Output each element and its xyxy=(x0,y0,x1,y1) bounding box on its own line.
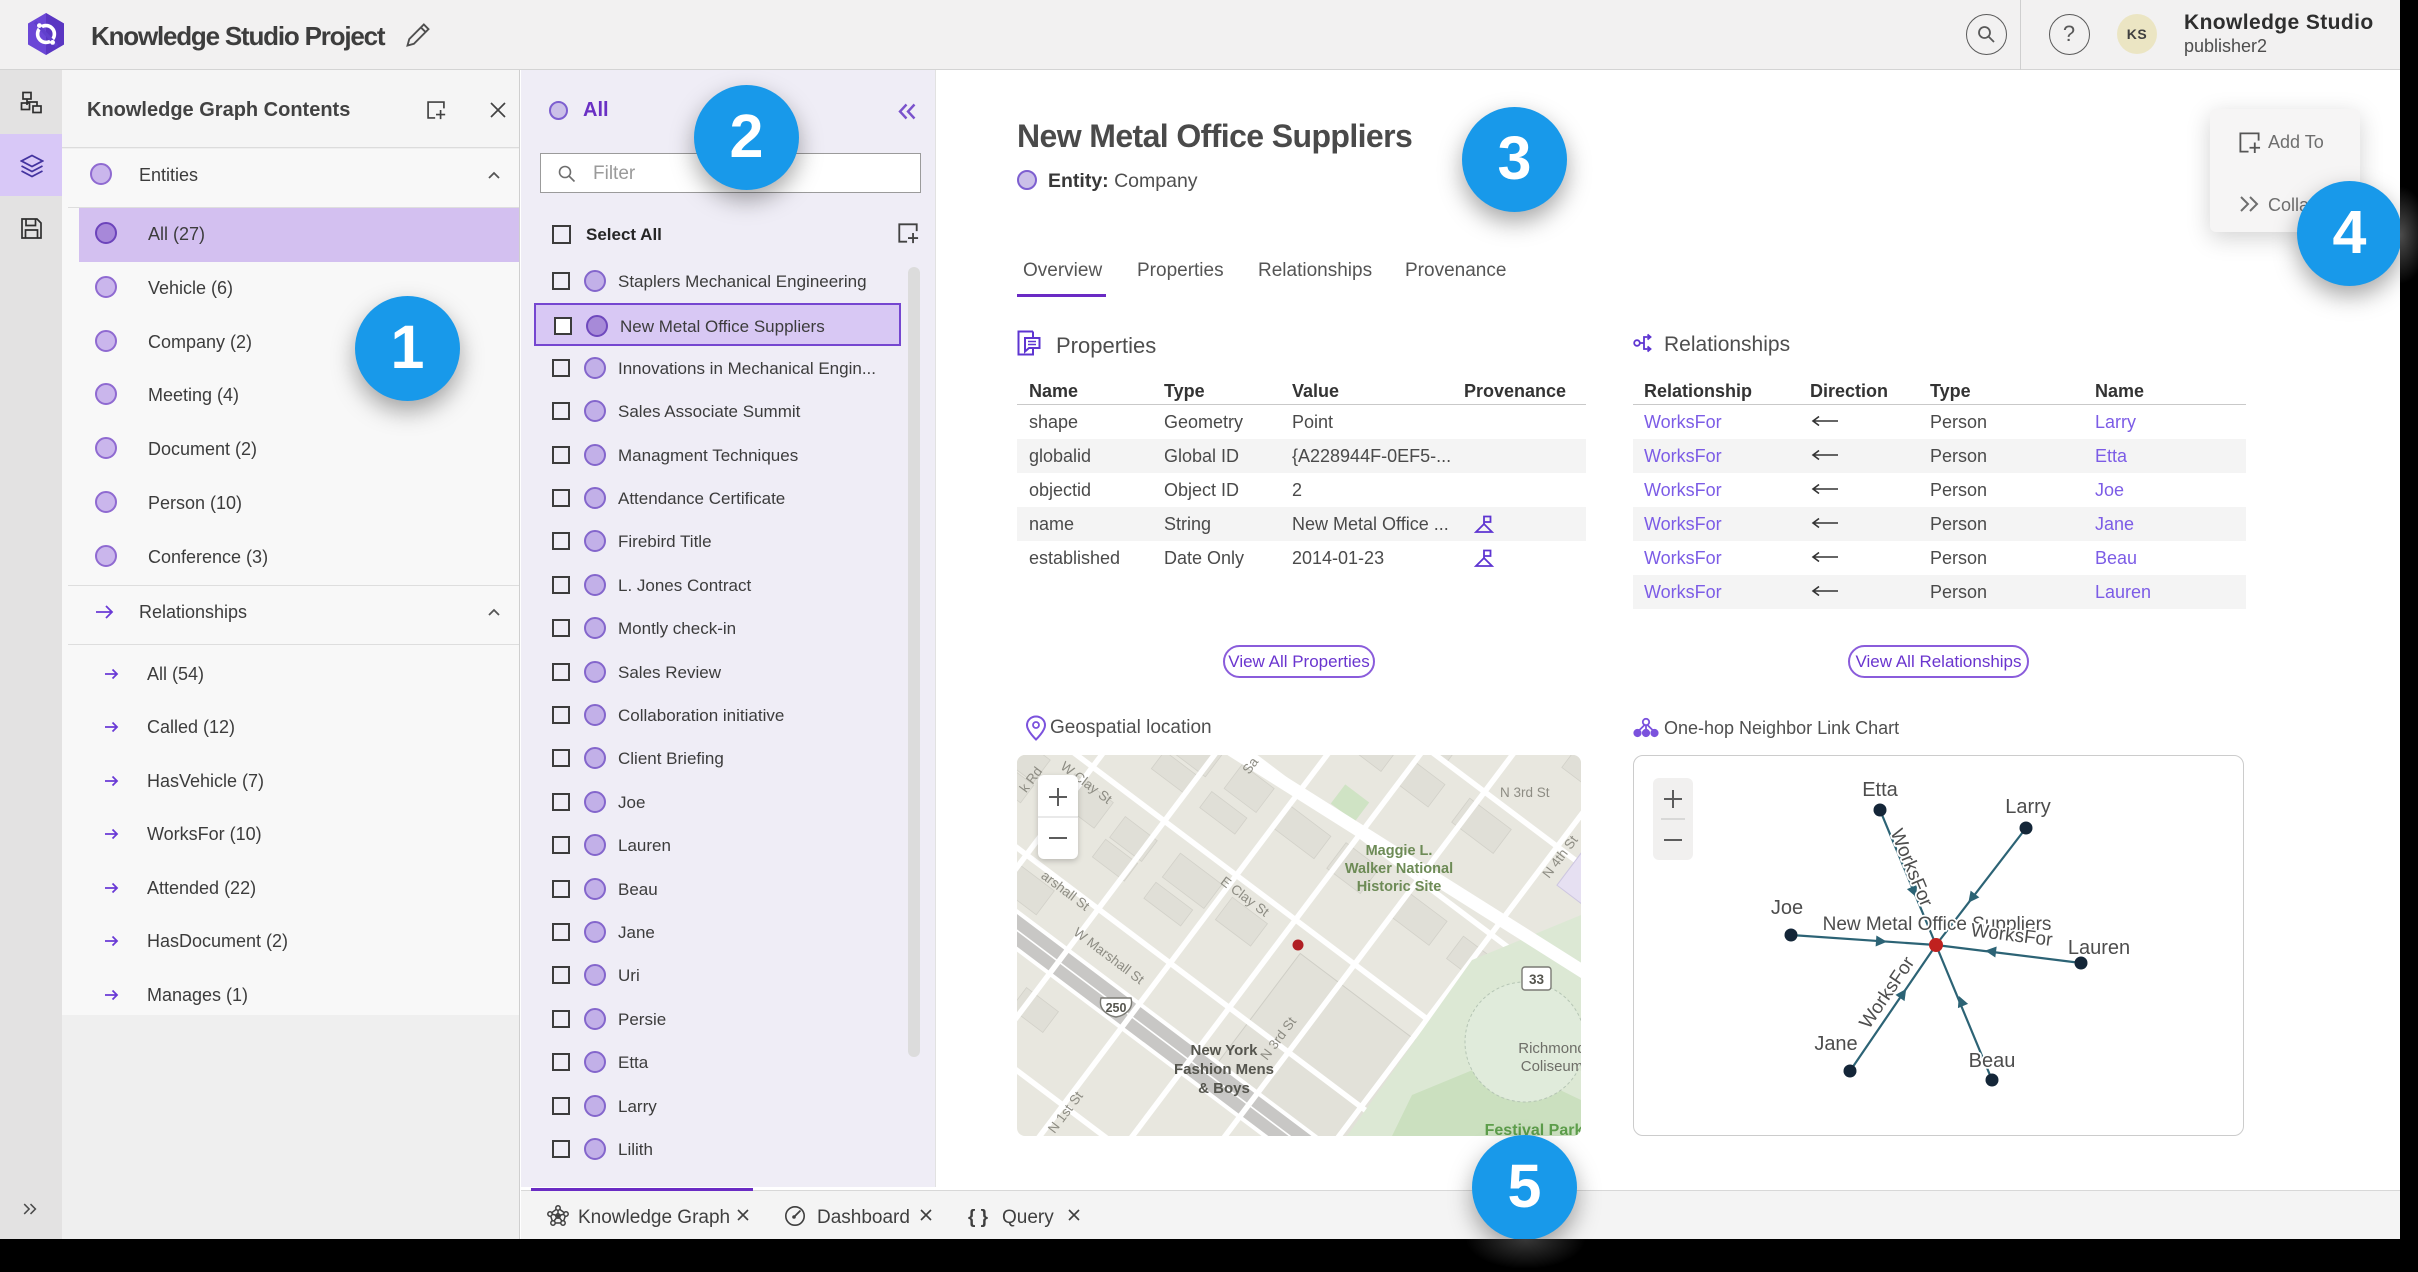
svg-text:Beau: Beau xyxy=(1969,1050,2016,1072)
svg-text:Jane: Jane xyxy=(1814,1033,1857,1055)
svg-text:WorksFor: WorksFor xyxy=(1856,953,1920,1033)
svg-text:Historic Site: Historic Site xyxy=(1357,879,1442,895)
svg-text:WorksFor: WorksFor xyxy=(1886,826,1937,910)
svg-text:Maggie L.: Maggie L. xyxy=(1366,843,1433,859)
svg-text:Lauren: Lauren xyxy=(2068,937,2130,959)
svg-text:Coliseum: Coliseum xyxy=(1521,1058,1581,1075)
svg-text:& Boys: & Boys xyxy=(1198,1080,1250,1097)
svg-text:33: 33 xyxy=(1529,972,1545,987)
svg-text:N 3rd St: N 3rd St xyxy=(1500,785,1550,800)
svg-text:Etta: Etta xyxy=(1862,779,1898,801)
svg-text:Festival Park: Festival Park xyxy=(1485,1122,1581,1136)
svg-text:Walker National: Walker National xyxy=(1345,861,1453,877)
svg-text:Fashion Mens: Fashion Mens xyxy=(1174,1061,1274,1078)
svg-text:Richmond: Richmond xyxy=(1518,1040,1581,1057)
svg-text:250: 250 xyxy=(1106,1001,1127,1015)
svg-text:New York: New York xyxy=(1191,1042,1259,1059)
svg-text:Joe: Joe xyxy=(1771,897,1803,919)
svg-text:Larry: Larry xyxy=(2005,796,2051,818)
